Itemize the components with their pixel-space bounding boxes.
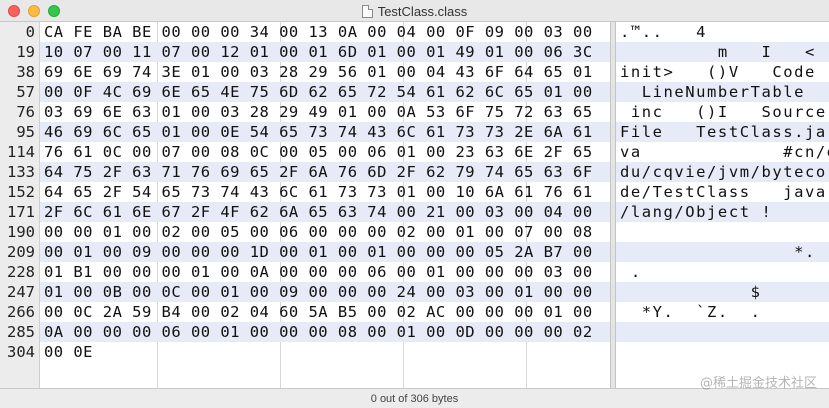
ascii-row[interactable]: init> ()V Code [620,62,829,82]
window-title: TestClass.class [377,3,468,19]
hex-row[interactable]: 0A 00 00 00 06 00 01 00 00 00 08 00 01 0… [44,322,610,342]
hex-row[interactable]: 76 61 0C 00 07 00 08 0C 00 05 00 06 01 0… [44,142,610,162]
ascii-row[interactable]: *Y. `Z. . [620,302,829,322]
ascii-row[interactable]: .™.. 4 [620,22,829,42]
row-offset: 190 [7,223,35,241]
hex-row[interactable]: 00 00 01 00 02 00 05 00 06 00 00 00 02 0… [44,222,610,242]
row-offset: 266 [7,303,35,321]
byte-selection-status: 0 out of 306 bytes [370,392,459,405]
ascii-row[interactable] [620,322,829,342]
title-bar[interactable]: TestClass.class [0,0,829,22]
hex-row[interactable]: 00 0F 4C 69 6E 65 4E 75 6D 62 65 72 54 6… [44,82,610,102]
ascii-row[interactable]: de/TestClass java [620,182,829,202]
status-bar: 0 out of 306 bytes [0,388,829,408]
row-offset: 38 [16,63,35,81]
hex-row[interactable]: 10 07 00 11 07 00 12 01 00 01 6D 01 00 0… [44,42,610,62]
row-offset: 209 [7,243,35,261]
hex-row[interactable]: 03 69 6E 63 01 00 03 28 29 49 01 00 0A 5… [44,102,610,122]
document-icon[interactable] [361,4,373,18]
ascii-row[interactable]: . [620,262,829,282]
row-offset: 0 [25,23,35,41]
hex-pane[interactable]: CA FE BA BE 00 00 00 34 00 13 0A 00 04 0… [40,22,610,388]
ascii-row[interactable] [620,222,829,242]
hex-row[interactable]: 00 0E [44,342,610,362]
row-offset: 304 [7,343,35,361]
hex-view[interactable]: 0 19 38 57 76 95 114 133 152 171 190 209 228 247 266 28… [0,22,829,388]
row-offset: 19 [16,43,35,61]
row-offset: 171 [7,203,35,221]
hex-editor-window: TestClass.class 0 19 38 57 76 95 114 133 152 171 1… [0,0,829,408]
ascii-row[interactable]: *. [620,242,829,262]
ascii-row[interactable]: va #cn/e [620,142,829,162]
hex-row[interactable]: 64 65 2F 54 65 73 74 43 6C 61 73 73 01 0… [44,182,610,202]
ascii-row[interactable]: File TestClass.ja [620,122,829,142]
row-offset: 152 [7,183,35,201]
row-offset: 95 [16,123,35,141]
hex-row[interactable]: 00 01 00 09 00 00 00 1D 00 01 00 01 00 0… [44,242,610,262]
ascii-pane[interactable]: .™.. 4 m I < init> ()V Code LineNumberTab… [616,22,829,388]
hex-row[interactable]: CA FE BA BE 00 00 00 34 00 13 0A 00 04 0… [44,22,610,42]
row-offset: 133 [7,163,35,181]
ascii-row[interactable]: inc ()I Source [620,102,829,122]
hex-row[interactable]: 00 0C 2A 59 B4 00 02 04 60 5A B5 00 02 A… [44,302,610,322]
row-offset: 114 [7,143,35,161]
row-offset: 228 [7,263,35,281]
ascii-row[interactable]: m I < [620,42,829,62]
watermark-text: @稀土掘金技术社区 [699,376,817,391]
ascii-row[interactable]: $ [620,282,829,302]
hex-row[interactable]: 01 B1 00 00 00 01 00 0A 00 00 00 06 00 0… [44,262,610,282]
hex-row[interactable]: 46 69 6C 65 01 00 0E 54 65 73 74 43 6C 6… [44,122,610,142]
ascii-row[interactable]: LineNumberTable [620,82,829,102]
row-offset: 57 [16,83,35,101]
hex-row[interactable]: 2F 6C 61 6E 67 2F 4F 62 6A 65 63 74 00 2… [44,202,610,222]
ascii-row[interactable]: /lang/Object ! [620,202,829,222]
ascii-row[interactable]: du/cqvie/jvm/byteco [620,162,829,182]
row-offset: 247 [7,283,35,301]
offset-gutter: 0 19 38 57 76 95 114 133 152 171 190 209 228 247 266 28… [0,22,40,388]
ascii-row[interactable] [620,342,829,362]
hex-row[interactable]: 64 75 2F 63 71 76 69 65 2F 6A 76 6D 2F 6… [44,162,610,182]
hex-row[interactable]: 69 6E 69 74 3E 01 00 03 28 29 56 01 00 0… [44,62,610,82]
row-offset: 285 [7,323,35,341]
hex-row[interactable]: 01 00 0B 00 0C 00 01 00 09 00 00 00 24 0… [44,282,610,302]
row-offset: 76 [16,103,35,121]
